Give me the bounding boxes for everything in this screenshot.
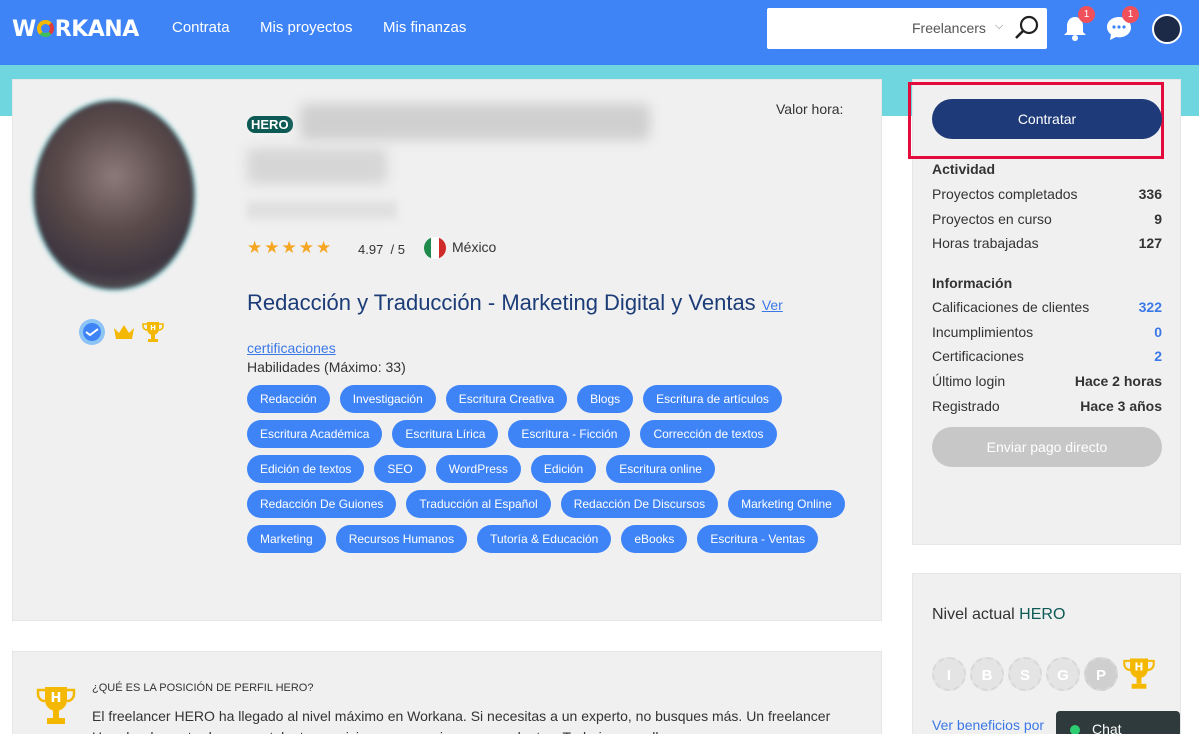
nivel-card xyxy=(912,573,1181,734)
search-icon[interactable] xyxy=(1014,15,1040,41)
stat-value[interactable]: 0 xyxy=(1154,324,1162,340)
achievement-badges: H xyxy=(78,318,164,346)
blurred-name-line2 xyxy=(247,148,387,184)
actividad-row: Proyectos completados 336 xyxy=(932,186,1162,202)
messages-badge: 1 xyxy=(1122,6,1139,23)
svg-text:H: H xyxy=(150,324,156,332)
trophy-icon: H xyxy=(142,322,164,342)
country: México xyxy=(452,239,497,255)
level-hero-trophy-icon: H xyxy=(1123,658,1155,689)
informacion-row: Calificaciones de clientes 322 xyxy=(932,299,1162,315)
stat-value[interactable]: 2 xyxy=(1154,348,1162,364)
nav-mis-proyectos[interactable]: Mis proyectos xyxy=(260,19,353,36)
nav-contrata[interactable]: Contrata xyxy=(172,19,230,36)
skill-tag[interactable]: Edición xyxy=(530,455,597,483)
level-badge: P xyxy=(1084,657,1118,691)
blurred-subtitle xyxy=(247,201,397,219)
user-avatar[interactable] xyxy=(1152,14,1182,44)
chat-widget[interactable]: Chat xyxy=(1056,711,1180,734)
stat-label: Calificaciones de clientes xyxy=(932,299,1090,315)
stat-label: Horas trabajadas xyxy=(932,235,1039,252)
level-badge: G xyxy=(1046,657,1080,691)
hero-description: El freelancer HERO ha llegado al nivel m… xyxy=(92,708,831,734)
notifications-badge: 1 xyxy=(1078,6,1095,23)
skills-list: Redacción Investigación Escritura Creativa… xyxy=(247,385,857,553)
enviar-pago-button[interactable]: Enviar pago directo xyxy=(932,427,1162,467)
skill-tag[interactable]: Escritura Académica xyxy=(247,420,383,448)
skill-tag[interactable]: Escritura Lírica xyxy=(392,420,499,448)
top-navbar: W RKANA Contrata Mis proyectos Mis finanz… xyxy=(0,0,1199,65)
blurred-name xyxy=(300,104,650,140)
nivel-actual: Nivel actual HERO xyxy=(932,606,1066,623)
skill-tag[interactable]: SEO xyxy=(374,455,426,483)
stat-label: Incumplimientos xyxy=(932,323,1034,340)
stat-label: Proyectos completados xyxy=(932,186,1078,202)
skill-tag[interactable]: Tutoría & Educación xyxy=(477,525,612,553)
informacion-row: Certificaciones 2 xyxy=(932,348,1162,364)
skill-tag[interactable]: Redacción xyxy=(247,385,330,413)
skill-tag[interactable]: eBooks xyxy=(621,525,688,553)
skill-tag[interactable]: Investigación xyxy=(339,385,436,413)
informacion-row: Incumplimientos 0 xyxy=(932,324,1162,340)
rating-stars: ★★★★★ xyxy=(247,238,334,257)
level-badge: B xyxy=(970,657,1004,691)
skills-label: Habilidades (Máximo: 33) xyxy=(247,359,406,375)
handshake-badge-icon xyxy=(79,319,105,345)
actividad-row: Horas trabajadas 127 xyxy=(932,235,1162,251)
nav-mis-finanzas[interactable]: Mis finanzas xyxy=(383,19,466,36)
levels-row: IBSGP H xyxy=(932,656,1156,692)
skill-tag[interactable]: Escritura - Ventas xyxy=(697,525,819,553)
svg-text:H: H xyxy=(51,691,62,706)
ver-beneficios-link[interactable]: Ver beneficios por xyxy=(932,717,1044,733)
hero-question: ¿QUÉ ES LA POSICIÓN DE PERFIL HERO? xyxy=(92,682,314,694)
skill-tag[interactable]: Marketing xyxy=(247,525,326,553)
search-input[interactable]: Freelancers ⌵ xyxy=(767,8,1047,49)
skill-tag[interactable]: Escritura online xyxy=(606,455,715,483)
workana-logo[interactable]: W RKANA xyxy=(12,17,139,42)
stat-value: 336 xyxy=(1138,186,1162,202)
stat-value: Hace 3 años xyxy=(1080,397,1162,414)
online-dot-icon xyxy=(1070,725,1080,734)
hero-badge: HERO xyxy=(247,116,293,133)
search-category-select[interactable]: Freelancers xyxy=(912,20,986,36)
level-badge: I xyxy=(932,657,966,691)
informacion-row: Registrado Hace 3 años xyxy=(932,398,1162,414)
actividad-title: Actividad xyxy=(932,161,996,177)
skill-tag[interactable]: Corrección de textos xyxy=(640,420,777,448)
level-badge: S xyxy=(1008,657,1042,691)
skill-tag[interactable]: Escritura de artículos xyxy=(643,385,782,413)
stat-value: 127 xyxy=(1138,235,1162,252)
skill-tag[interactable]: WordPress xyxy=(435,455,521,483)
skill-tag[interactable]: Redacción De Discursos xyxy=(560,490,719,518)
rating-value: 4.97 / 5 xyxy=(358,242,406,257)
skill-tag[interactable]: Edición de textos xyxy=(247,455,365,483)
skill-tag[interactable]: Escritura - Ficción xyxy=(508,420,631,448)
stat-label: Proyectos en curso xyxy=(932,210,1052,227)
skill-tag[interactable]: Marketing Online xyxy=(728,490,845,518)
skill-tag[interactable]: Blogs xyxy=(577,385,634,413)
stat-value: Hace 2 horas xyxy=(1074,373,1162,390)
skill-tag[interactable]: Recursos Humanos xyxy=(335,525,468,553)
profile-headline: Redacción y Traducción - Marketing Digit… xyxy=(247,290,783,356)
actividad-row: Proyectos en curso 9 xyxy=(932,211,1162,227)
stat-label: Registrado xyxy=(932,397,1000,414)
valor-hora-label: Valor hora: xyxy=(776,101,844,117)
skill-tag[interactable]: Traducción al Español xyxy=(406,490,551,518)
stat-label: Certificaciones xyxy=(932,348,1024,365)
hero-trophy-icon: H xyxy=(36,687,76,724)
informacion-row: Último login Hace 2 horas xyxy=(932,373,1162,389)
skill-tag[interactable]: Escritura Creativa xyxy=(445,385,568,413)
profile-photo xyxy=(32,99,196,291)
chevron-down-icon: ⌵ xyxy=(995,20,1004,32)
level-label: H xyxy=(1135,661,1144,674)
informacion-title: Información xyxy=(932,275,1013,291)
contratar-button[interactable]: Contratar xyxy=(932,99,1162,139)
stat-label: Último login xyxy=(932,373,1006,390)
mexico-flag-icon xyxy=(424,237,446,259)
crown-icon xyxy=(114,325,134,339)
skill-tag[interactable]: Redacción De Guiones xyxy=(247,490,397,518)
stat-value: 9 xyxy=(1154,210,1162,227)
stat-value[interactable]: 322 xyxy=(1139,299,1162,315)
